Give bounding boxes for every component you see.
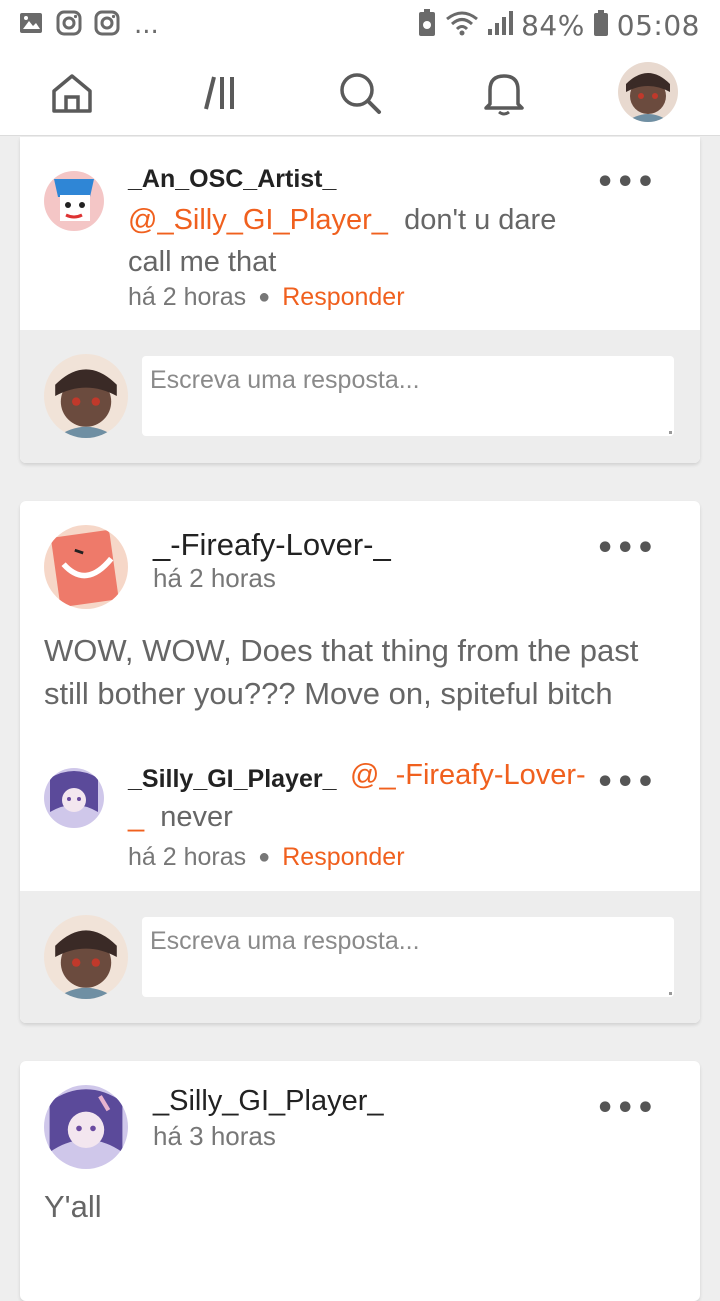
- reply-button[interactable]: Responder: [282, 843, 404, 871]
- reply-input[interactable]: Escreva uma resposta...: [142, 917, 674, 997]
- timestamp: há 2 horas: [128, 843, 247, 871]
- avatar: [44, 915, 128, 999]
- comment-body: WOW, WOW, Does that thing from the past …: [44, 633, 639, 711]
- comment-card: _Silly_GI_Player_ há 3 horas ••• Y'all: [20, 1061, 700, 1301]
- profile-avatar[interactable]: [618, 62, 678, 122]
- more-notifications: ...: [134, 10, 159, 40]
- reply-button[interactable]: Responder: [282, 283, 404, 311]
- mention-link[interactable]: @_Silly_GI_Player_: [128, 204, 388, 236]
- reply-meta: há 2 horas ● Responder: [128, 843, 405, 871]
- mention-link[interactable]: @_-Fireafy-Lover-: [350, 759, 586, 792]
- gallery-icon: [18, 10, 44, 40]
- wifi-icon: [445, 9, 479, 41]
- search-icon[interactable]: [336, 68, 384, 118]
- reply-composer: Escreva uma resposta...: [20, 891, 700, 1023]
- comment-body: Y'all: [44, 1189, 102, 1224]
- avatar[interactable]: [44, 768, 104, 828]
- avatar[interactable]: [44, 171, 104, 231]
- comment-meta: há 2 horas ● Responder: [128, 283, 405, 311]
- instagram-icon: [94, 10, 120, 40]
- reply-composer: Escreva uma resposta...: [20, 330, 700, 463]
- timestamp: há 3 horas: [153, 1121, 276, 1151]
- top-nav: [0, 50, 720, 136]
- signal-icon: [487, 9, 514, 41]
- recycle-battery-icon: [417, 9, 437, 41]
- reply-input[interactable]: Escreva uma resposta...: [142, 356, 674, 436]
- comment-author[interactable]: _Silly_GI_Player_: [153, 1085, 384, 1118]
- clock: 05:08: [616, 8, 700, 42]
- comment-author[interactable]: _An_OSC_Artist_: [128, 165, 336, 194]
- more-options-icon[interactable]: •••: [595, 765, 656, 800]
- battery-percent: 84%: [521, 8, 585, 42]
- timestamp: há 2 horas: [153, 563, 276, 593]
- comment-author[interactable]: _-Fireafy-Lover-_: [153, 527, 391, 563]
- status-bar: ... 84% 05:08: [0, 0, 720, 50]
- avatar[interactable]: [44, 1085, 128, 1169]
- comment-text: @_Silly_GI_Player_ don't u dare call me …: [128, 204, 557, 278]
- more-options-icon[interactable]: •••: [595, 1091, 656, 1126]
- feed-icon[interactable]: [194, 68, 242, 118]
- more-options-icon[interactable]: •••: [595, 531, 656, 566]
- comment-card: _An_OSC_Artist_ ••• @_Silly_GI_Player_ d…: [20, 137, 700, 463]
- instagram-icon: [56, 10, 82, 40]
- avatar[interactable]: [44, 525, 128, 609]
- more-options-icon[interactable]: •••: [595, 165, 656, 200]
- timestamp: há 2 horas: [128, 283, 247, 311]
- reply-text: _ never: [128, 801, 233, 833]
- reply-author[interactable]: _Silly_GI_Player_: [128, 765, 336, 794]
- home-icon[interactable]: [48, 68, 96, 118]
- comment-card: _-Fireafy-Lover-_ há 2 horas ••• WOW, WO…: [20, 501, 700, 1023]
- avatar: [44, 354, 128, 438]
- bell-icon[interactable]: [480, 68, 528, 118]
- battery-icon: [593, 9, 609, 41]
